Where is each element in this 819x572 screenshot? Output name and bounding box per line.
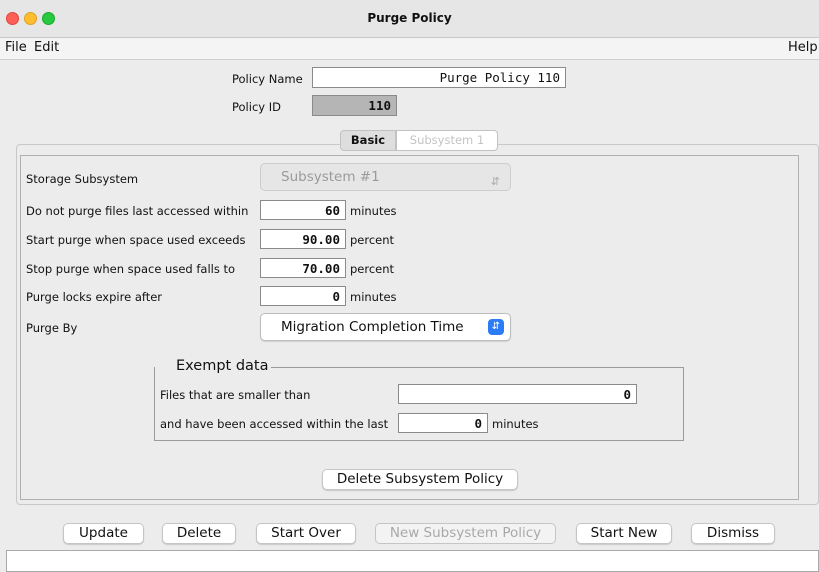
stop-purge-unit: percent (350, 262, 395, 276)
start-purge-input[interactable]: 90.00 (260, 229, 346, 249)
up-down-chevron-icon: ⇵ (488, 319, 504, 335)
exempt-accessed-label: and have been accessed within the last (160, 417, 389, 431)
purge-locks-unit: minutes (350, 290, 397, 304)
start-new-button[interactable]: Start New (576, 523, 672, 544)
tab-basic[interactable]: Basic (340, 130, 396, 151)
purge-locks-input[interactable]: 0 (260, 286, 346, 306)
smaller-than-input[interactable]: 0 (398, 384, 637, 404)
tab-subsystem-1: Subsystem 1 (396, 130, 498, 151)
purge-by-label: Purge By (26, 321, 78, 335)
smaller-than-label: Files that are smaller than (160, 388, 311, 402)
menu-file[interactable]: File (5, 40, 27, 55)
stop-purge-input[interactable]: 70.00 (260, 258, 346, 278)
menu-bar: File Edit Help (0, 38, 819, 60)
policy-id-field: 110 (312, 95, 397, 116)
exempt-divider (260, 367, 684, 368)
storage-subsystem-select: Subsystem #1 ⇵ (260, 163, 511, 191)
storage-subsystem-label: Storage Subsystem (26, 172, 139, 186)
title-bar: Purge Policy (0, 0, 819, 38)
start-purge-label: Start purge when space used exceeds (26, 233, 246, 247)
exempt-accessed-input[interactable]: 0 (398, 413, 488, 433)
accessed-within-input[interactable]: 60 (260, 200, 346, 220)
status-bar (6, 550, 819, 572)
up-down-chevron-icon: ⇵ (490, 175, 500, 188)
purge-by-value: Migration Completion Time (281, 319, 464, 335)
stop-purge-label: Stop purge when space used falls to (26, 262, 236, 276)
policy-name-label: Policy Name (232, 72, 303, 86)
menu-help[interactable]: Help (788, 40, 818, 55)
policy-name-input[interactable]: Purge Policy 110 (312, 67, 566, 88)
accessed-within-unit: minutes (350, 204, 397, 218)
delete-button[interactable]: Delete (162, 523, 236, 544)
window-title: Purge Policy (367, 11, 452, 25)
dismiss-button[interactable]: Dismiss (691, 523, 775, 544)
start-over-button[interactable]: Start Over (256, 523, 356, 544)
exempt-data-title: Exempt data (174, 358, 271, 374)
exempt-accessed-unit: minutes (492, 417, 539, 431)
storage-subsystem-value: Subsystem #1 (281, 169, 380, 185)
delete-subsystem-policy-button[interactable]: Delete Subsystem Policy (322, 469, 518, 490)
accessed-within-label: Do not purge files last accessed within (26, 204, 249, 218)
start-purge-unit: percent (350, 233, 395, 247)
purge-locks-label: Purge locks expire after (26, 290, 163, 304)
new-subsystem-policy-button: New Subsystem Policy (375, 523, 556, 544)
purge-by-select[interactable]: Migration Completion Time ⇵ (260, 313, 511, 341)
update-button[interactable]: Update (63, 523, 144, 544)
menu-edit[interactable]: Edit (34, 40, 59, 55)
policy-id-label: Policy ID (232, 100, 281, 114)
